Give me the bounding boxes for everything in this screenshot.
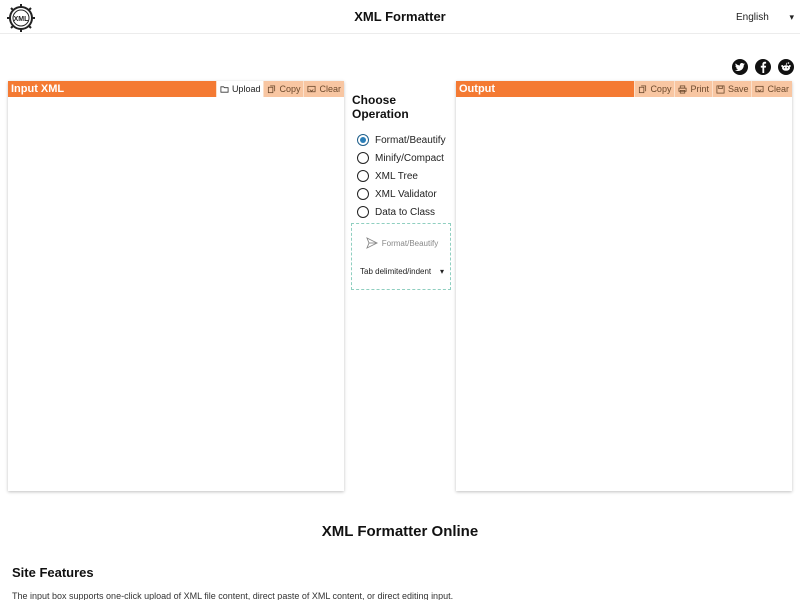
twitter-icon[interactable] (732, 59, 748, 75)
facebook-icon[interactable] (755, 59, 771, 75)
operation-heading-line2: Operation (352, 107, 409, 121)
operation-panel: Choose Operation Format/Beautify Minify/… (350, 93, 452, 290)
radio-button[interactable] (357, 152, 369, 164)
section-title: XML Formatter Online (321, 523, 479, 540)
radio-button[interactable] (357, 134, 369, 146)
radio-format-beautify[interactable]: Format/Beautify (357, 131, 452, 149)
print-label: Print (690, 84, 709, 94)
input-clear-button[interactable]: Clear (303, 81, 344, 97)
indent-select[interactable]: Tab delimited/indent ▾ (357, 263, 447, 279)
radio-label: Data to Class (375, 206, 436, 218)
clear-icon (755, 85, 764, 92)
save-button[interactable]: Save (711, 81, 752, 97)
radio-data-to-class[interactable]: Data to Class (357, 203, 452, 221)
chevron-down-icon: ▾ (789, 11, 794, 22)
output-panel-header: Output Copy Print Save Clear (456, 81, 792, 97)
radio-button[interactable] (357, 170, 369, 182)
language-value: English (736, 11, 769, 23)
radio-minify-compact[interactable]: Minify/Compact (357, 149, 452, 167)
app-title: XML Formatter (354, 9, 446, 24)
output-clear-label: Clear (767, 84, 789, 94)
clear-icon (307, 85, 316, 92)
save-icon (716, 84, 725, 94)
upload-button[interactable]: Upload (215, 81, 264, 97)
copy-icon (639, 84, 647, 93)
header: XML XML Formatter English ▾ (0, 0, 800, 34)
copy-icon (268, 84, 276, 93)
radio-label: XML Tree (375, 170, 418, 182)
language-select[interactable]: English ▾ (736, 7, 794, 27)
features-title: Site Features (12, 565, 94, 580)
radio-label: Minify/Compact (375, 152, 444, 164)
output-copy-button[interactable]: Copy (634, 81, 675, 97)
radio-button[interactable] (357, 188, 369, 200)
run-format-label: Format/Beautify (381, 238, 439, 248)
upload-label: Upload (231, 84, 261, 94)
radio-xml-validator[interactable]: XML Validator (357, 185, 452, 203)
input-panel: Input XML Upload Copy Clear (8, 81, 344, 491)
input-editor[interactable] (8, 97, 344, 491)
folder-icon (220, 85, 229, 93)
print-button[interactable]: Print (674, 81, 712, 97)
print-icon (678, 84, 687, 94)
action-box: Format/Beautify Tab delimited/indent ▾ (351, 223, 451, 290)
input-panel-header: Input XML Upload Copy Clear (8, 81, 344, 97)
output-copy-label: Copy (650, 84, 672, 94)
chevron-down-icon: ▾ (439, 266, 444, 276)
radio-label: Format/Beautify (375, 134, 446, 146)
output-clear-button[interactable]: Clear (751, 81, 792, 97)
output-viewer[interactable] (456, 97, 792, 491)
features-text: The input box supports one-click upload … (12, 591, 454, 600)
run-format-button[interactable]: Format/Beautify (357, 232, 447, 254)
operation-radio-group: Format/Beautify Minify/Compact XML Tree … (350, 131, 452, 221)
input-panel-title: Input XML (11, 83, 65, 95)
operation-heading-line1: Choose (352, 93, 397, 107)
reddit-icon[interactable] (778, 59, 794, 75)
output-panel: Output Copy Print Save Clear (456, 81, 792, 491)
output-panel-title: Output (459, 83, 496, 95)
save-label: Save (727, 84, 749, 94)
send-icon (365, 237, 378, 249)
radio-xml-tree[interactable]: XML Tree (357, 167, 452, 185)
input-copy-button[interactable]: Copy (263, 81, 304, 97)
indent-value: Tab delimited/indent (360, 266, 432, 276)
input-clear-label: Clear (319, 84, 341, 94)
input-copy-label: Copy (279, 84, 301, 94)
operation-heading: Choose Operation (352, 93, 452, 121)
radio-button[interactable] (357, 206, 369, 218)
radio-label: XML Validator (375, 188, 437, 200)
